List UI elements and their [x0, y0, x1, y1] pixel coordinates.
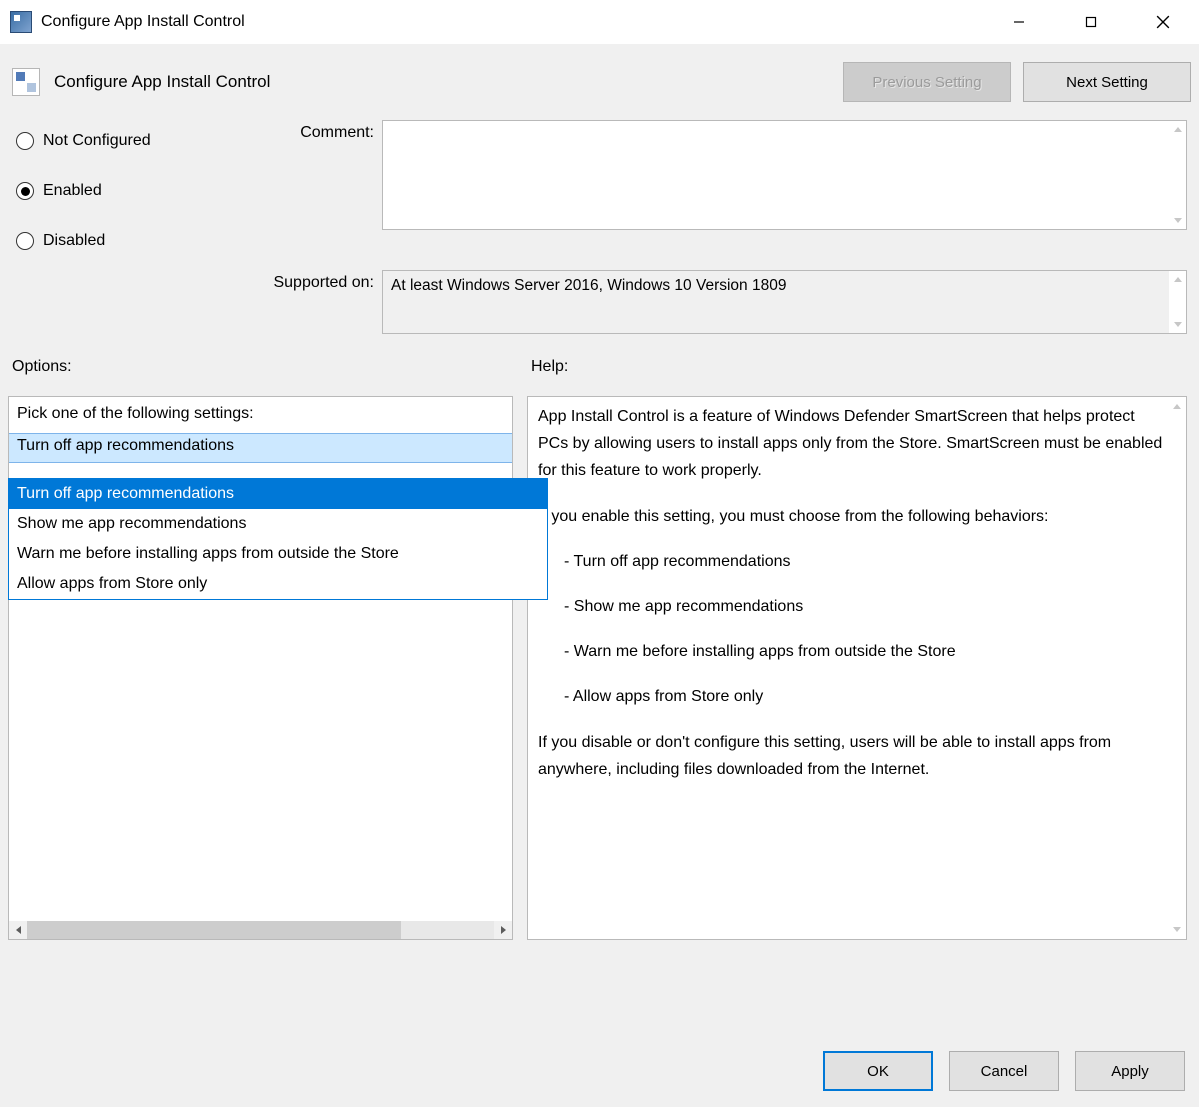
scroll-down-icon — [1174, 218, 1182, 223]
dropdown-item[interactable]: Warn me before installing apps from outs… — [9, 539, 547, 569]
options-heading: Pick one of the following settings: — [9, 397, 512, 433]
radio-label: Not Configured — [43, 132, 151, 150]
next-setting-button[interactable]: Next Setting — [1023, 62, 1191, 102]
policy-title: Configure App Install Control — [54, 72, 270, 92]
app-icon — [10, 11, 32, 33]
supported-on-value: At least Windows Server 2016, Windows 10… — [383, 271, 1186, 301]
help-bullet: - Turn off app recommendations — [564, 548, 1164, 575]
help-bullet: - Warn me before installing apps from ou… — [564, 638, 1164, 665]
scroll-down-icon — [1173, 927, 1181, 932]
apply-button[interactable]: Apply — [1075, 1051, 1185, 1091]
cancel-button[interactable]: Cancel — [949, 1051, 1059, 1091]
help-bullet: - Show me app recommendations — [564, 593, 1164, 620]
options-section-label: Options: — [12, 358, 517, 376]
supported-on-label: Supported on: — [224, 270, 374, 334]
comment-scrollbar[interactable] — [1169, 121, 1186, 229]
scroll-up-icon — [1174, 277, 1182, 282]
comment-input[interactable] — [383, 121, 1168, 229]
scroll-left-icon — [9, 921, 27, 939]
radio-label: Disabled — [43, 232, 105, 250]
options-panel: Pick one of the following settings: Turn… — [8, 396, 513, 940]
help-paragraph: App Install Control is a feature of Wind… — [538, 403, 1164, 485]
help-bullet: - Allow apps from Store only — [564, 683, 1164, 710]
policy-icon — [12, 68, 40, 96]
dropdown-item[interactable]: Allow apps from Store only — [9, 569, 547, 599]
scroll-up-icon — [1174, 127, 1182, 132]
radio-label: Enabled — [43, 182, 102, 200]
scroll-right-icon — [494, 921, 512, 939]
dropdown-item[interactable]: Show me app recommendations — [9, 509, 547, 539]
minimize-button[interactable] — [983, 0, 1055, 44]
settings-dropdown: Turn off app recommendations Show me app… — [8, 478, 548, 600]
options-hscrollbar[interactable] — [9, 921, 512, 939]
radio-disabled[interactable]: Disabled — [16, 220, 216, 262]
ok-button[interactable]: OK — [823, 1051, 933, 1091]
radio-enabled[interactable]: Enabled — [16, 170, 216, 212]
window-title: Configure App Install Control — [41, 13, 245, 31]
title-bar: Configure App Install Control — [0, 0, 1199, 44]
help-section-label: Help: — [531, 358, 568, 376]
maximize-button[interactable] — [1055, 0, 1127, 44]
supported-scrollbar[interactable] — [1169, 271, 1186, 333]
help-panel: App Install Control is a feature of Wind… — [527, 396, 1187, 940]
help-paragraph: If you disable or don't configure this s… — [538, 729, 1164, 783]
help-paragraph: If you enable this setting, you must cho… — [538, 503, 1164, 530]
settings-combobox-value: Turn off app recommendations — [9, 434, 512, 458]
settings-combobox[interactable]: Turn off app recommendations — [9, 433, 512, 463]
comment-box — [382, 120, 1187, 230]
help-scrollbar[interactable] — [1168, 398, 1185, 938]
radio-not-configured[interactable]: Not Configured — [16, 120, 216, 162]
scroll-down-icon — [1174, 322, 1182, 327]
comment-label: Comment: — [224, 120, 374, 162]
client-area: Configure App Install Control Previous S… — [0, 44, 1199, 1107]
previous-setting-button: Previous Setting — [843, 62, 1011, 102]
header-row: Configure App Install Control Previous S… — [8, 52, 1191, 120]
close-button[interactable] — [1127, 0, 1199, 44]
scroll-up-icon — [1173, 404, 1181, 409]
supported-on-box: At least Windows Server 2016, Windows 10… — [382, 270, 1187, 334]
dropdown-item[interactable]: Turn off app recommendations — [9, 479, 547, 509]
